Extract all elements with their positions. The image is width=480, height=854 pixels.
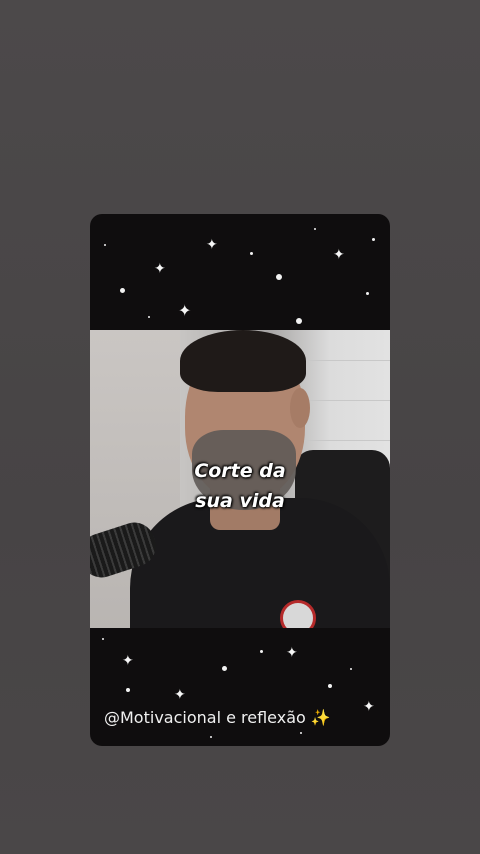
handle-label: @Motivacional e reflexão — [104, 708, 306, 727]
star-icon — [314, 228, 316, 230]
video-caption: Corte da sua vida — [90, 456, 390, 516]
story-card[interactable]: ✦ ✦ ✦ ✦ Corte da sua vida ✦ ✦ ✦ ✦ @Motiv… — [90, 214, 390, 746]
star-icon — [260, 650, 263, 653]
star-icon — [104, 244, 106, 246]
sparkle-icon: ✦ — [174, 687, 186, 703]
sparkle-icon: ✦ — [178, 301, 192, 320]
star-icon — [328, 684, 332, 688]
star-icon — [276, 274, 282, 280]
caption-line-1: Corte da — [194, 460, 286, 482]
star-icon — [120, 288, 125, 293]
star-icon — [300, 732, 302, 734]
sparkle-icon: ✦ — [154, 261, 166, 277]
account-handle[interactable]: @Motivacional e reflexão ✨ — [104, 708, 331, 727]
star-icon — [350, 668, 352, 670]
star-icon — [222, 666, 227, 671]
star-icon — [126, 688, 130, 692]
star-icon — [250, 252, 253, 255]
star-icon — [296, 318, 302, 324]
star-icon — [102, 638, 104, 640]
star-icon — [148, 316, 150, 318]
sparkle-icon: ✦ — [363, 699, 375, 715]
sparkles-icon: ✨ — [310, 708, 331, 727]
sparkle-icon: ✦ — [286, 645, 298, 661]
star-icon — [372, 238, 375, 241]
shirt-logo-icon — [280, 600, 316, 628]
sparkle-icon: ✦ — [206, 237, 218, 253]
star-icon — [210, 736, 212, 738]
caption-line-2: sua vida — [195, 490, 285, 512]
sparkle-icon: ✦ — [122, 653, 134, 669]
story-screen: ✦ ✦ ✦ ✦ Corte da sua vida ✦ ✦ ✦ ✦ @Motiv… — [0, 0, 480, 854]
star-icon — [366, 292, 369, 295]
sparkle-icon: ✦ — [333, 247, 345, 263]
starfield-top: ✦ ✦ ✦ ✦ — [90, 214, 390, 330]
starfield-bottom: ✦ ✦ ✦ ✦ — [90, 628, 390, 746]
